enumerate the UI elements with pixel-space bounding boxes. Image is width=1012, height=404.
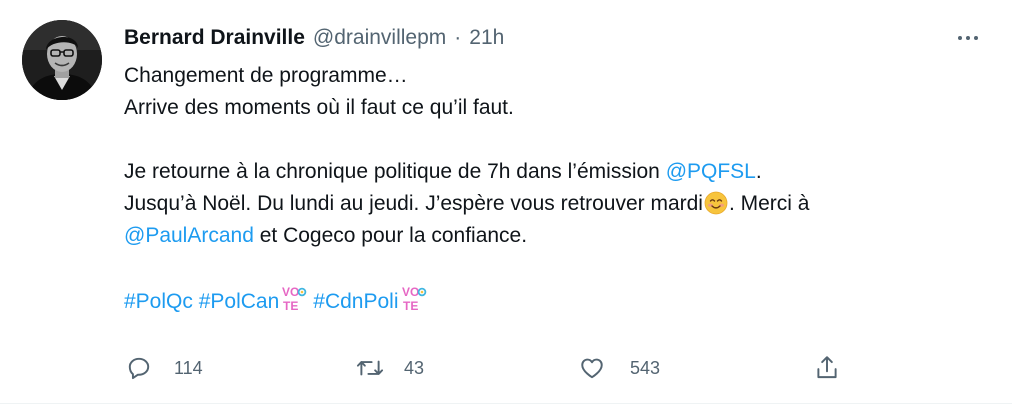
tweet-line-2: Arrive des moments où il faut ce qu’il f… bbox=[124, 96, 514, 119]
hashtag-cdnpoli-link[interactable]: #CdnPoli bbox=[313, 290, 398, 313]
reply-button[interactable]: 114 bbox=[126, 350, 203, 386]
heart-icon bbox=[581, 358, 603, 379]
author-display-name[interactable]: Bernard Drainville bbox=[124, 26, 305, 50]
retweet-count: 43 bbox=[404, 357, 425, 378]
tweet-line-4: Jusqu’à Noël. Du lundi au jeudi. J’espèr… bbox=[124, 188, 984, 220]
reply-count: 114 bbox=[174, 357, 203, 378]
text-segment: Je retourne à la chronique politique de … bbox=[124, 160, 666, 183]
tweet-line-5: @PaulArcand et Cogeco pour la confiance. bbox=[124, 220, 984, 252]
separator-dot: · bbox=[454, 26, 462, 49]
hashtag-polcan-link[interactable]: #PolCan bbox=[199, 290, 280, 313]
vote-badge-top: VO bbox=[282, 285, 299, 299]
retweet-button[interactable]: 43 bbox=[356, 350, 424, 386]
text-segment: . bbox=[755, 160, 762, 183]
hashtag-line: #PolQc #PolCan VO TE #CdnPoli VO TE bbox=[124, 284, 984, 316]
vote-badge-bottom: TE bbox=[283, 299, 298, 313]
avatar-photo bbox=[22, 20, 102, 100]
text-segment: Jusqu’à Noël. Du lundi au jeudi. J’espèr… bbox=[124, 192, 703, 215]
avatar[interactable] bbox=[22, 20, 102, 100]
retweet-icon bbox=[356, 360, 384, 376]
mention-paularcand-link[interactable]: @PaulArcand bbox=[124, 224, 254, 247]
mention-pqfsl-link[interactable]: @PQFSL bbox=[666, 160, 756, 183]
author-handle[interactable]: @drainvillepm bbox=[313, 26, 446, 50]
smiling-face-emoji bbox=[704, 191, 728, 215]
text-segment: et Cogeco pour la confiance. bbox=[253, 224, 528, 247]
tweet-timestamp[interactable]: 21h bbox=[469, 26, 504, 50]
like-button[interactable]: 543 bbox=[578, 350, 660, 386]
share-icon bbox=[817, 356, 837, 379]
tweet[interactable]: Bernard Drainville @drainvillepm · 21h C… bbox=[0, 0, 1012, 404]
vote-hashflag-icon: VO TE bbox=[402, 285, 426, 313]
tweet-text: Changement de programme… Arrive des mome… bbox=[124, 60, 984, 316]
share-button[interactable] bbox=[814, 350, 840, 386]
more-dots-icon bbox=[958, 36, 978, 40]
hashtag-polqc-link[interactable]: #PolQc bbox=[124, 290, 193, 313]
tweet-line-3: Je retourne à la chronique politique de … bbox=[124, 156, 984, 188]
like-count: 543 bbox=[630, 357, 661, 378]
more-options-button[interactable] bbox=[954, 28, 982, 48]
reply-icon bbox=[128, 357, 150, 380]
tweet-line-1: Changement de programme… bbox=[124, 64, 408, 87]
text-segment: . Merci à bbox=[728, 192, 810, 215]
vote-hashflag-icon: VO TE bbox=[282, 285, 307, 313]
tweet-action-bar: 114 43 543 bbox=[124, 350, 844, 386]
vote-badge-top: VO bbox=[402, 285, 419, 299]
tweet-header: Bernard Drainville @drainvillepm · 21h bbox=[124, 24, 504, 52]
vote-badge-bottom: TE bbox=[403, 299, 418, 313]
